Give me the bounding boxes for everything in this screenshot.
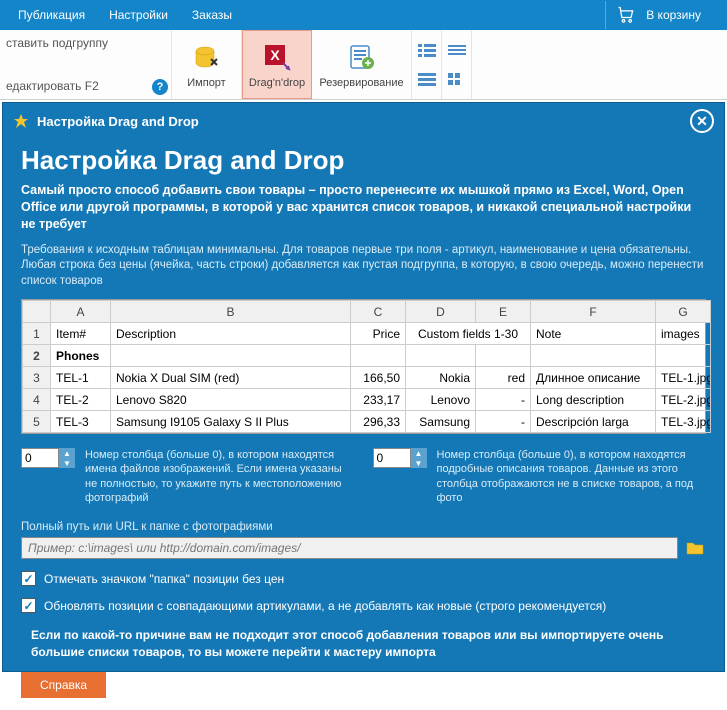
table-row: 5 TEL-3Samsung I9105 Galaxy S II Plus296… <box>23 411 711 433</box>
ribbon-mini-col-1 <box>412 30 442 99</box>
menu-settings[interactable]: Настройки <box>97 2 180 28</box>
dialog-heading: Настройка Drag and Drop <box>21 145 706 176</box>
table-row: 3 TEL-1Nokia X Dual SIM (red)166,50 Noki… <box>23 367 711 389</box>
svg-text:X: X <box>270 47 280 63</box>
dialog-requirements: Требования к исходным таблицам минимальн… <box>21 243 706 290</box>
dialog-intro: Самый просто способ добавить свои товары… <box>21 182 706 233</box>
ribbon-reserve-button[interactable]: Резервирование <box>312 30 412 99</box>
spin-down[interactable]: ▼ <box>411 458 427 468</box>
ribbon-left-panel: ставить подгруппу едактировать F2 <box>0 30 172 99</box>
checkbox-checked-icon: ✓ <box>21 598 36 613</box>
cart-label: В корзину <box>646 8 701 22</box>
checkbox-checked-icon: ✓ <box>21 571 36 586</box>
close-button[interactable]: ✕ <box>690 109 714 133</box>
desc-column-desc: Номер столбца (больше 0), в котором нахо… <box>437 448 707 505</box>
list-icon[interactable] <box>417 43 437 57</box>
mark-folder-checkbox-row[interactable]: ✓ Отмечать значком "папка" позиции без ц… <box>21 571 706 586</box>
table-row: 1 Item# Description Price Custom fields … <box>23 323 711 345</box>
reserve-icon <box>346 41 378 73</box>
list-alt-icon[interactable] <box>417 72 437 86</box>
image-column-input[interactable] <box>21 448 59 468</box>
dialog-title: Настройка Drag and Drop <box>37 114 199 129</box>
desc-column-input[interactable] <box>373 448 411 468</box>
ribbon-import-button[interactable]: Импорт <box>172 30 242 99</box>
menu-orders[interactable]: Заказы <box>180 2 244 28</box>
help-icon[interactable]: ? <box>152 79 168 95</box>
bars-icon[interactable] <box>447 43 467 57</box>
path-label: Полный путь или URL к папке с фотография… <box>21 521 706 533</box>
cart-button[interactable]: В корзину <box>605 1 721 29</box>
mark-folder-label: Отмечать значком "папка" позиции без цен <box>44 572 284 586</box>
grid-icon[interactable] <box>447 72 467 86</box>
table-row: 4 TEL-2Lenovo S820233,17 Lenovo-Long des… <box>23 389 711 411</box>
dragdrop-settings-dialog: Настройка Drag and Drop ✕ Настройка Drag… <box>2 102 725 672</box>
ribbon-add-subgroup[interactable]: ставить подгруппу <box>6 34 165 52</box>
ribbon-reserve-label: Резервирование <box>319 77 403 89</box>
image-column-stepper[interactable]: ▲▼ <box>21 448 75 468</box>
import-master-note: Если по какой-то причине вам не подходит… <box>21 627 706 659</box>
spin-up[interactable]: ▲ <box>411 448 427 458</box>
menu-publish[interactable]: Публикация <box>6 2 97 28</box>
spin-up[interactable]: ▲ <box>59 448 75 458</box>
ribbon-dragdrop-button[interactable]: X Drag'n'drop <box>242 30 312 99</box>
browse-button[interactable] <box>684 537 706 559</box>
example-spreadsheet: ABC DEFG 1 Item# Description Price Custo… <box>21 299 706 434</box>
ribbon-import-label: Импорт <box>187 77 225 89</box>
excel-drag-icon: X <box>261 41 293 73</box>
ribbon-mini-col-2 <box>442 30 472 99</box>
cart-icon <box>616 5 636 25</box>
folder-icon <box>686 541 704 555</box>
col-header-row: ABC DEFG <box>23 301 711 323</box>
ribbon-dragdrop-label: Drag'n'drop <box>249 77 305 89</box>
image-column-desc: Номер столбца (больше 0), в котором нахо… <box>85 448 355 505</box>
update-matching-label: Обновлять позиции с совпадающими артикул… <box>44 599 606 613</box>
update-matching-checkbox-row[interactable]: ✓ Обновлять позиции с совпадающими артик… <box>21 598 706 613</box>
spin-down[interactable]: ▼ <box>59 458 75 468</box>
table-row: 2 Phones <box>23 345 711 367</box>
ribbon: ставить подгруппу едактировать F2 ? Импо… <box>0 30 727 100</box>
desc-column-stepper[interactable]: ▲▼ <box>373 448 427 468</box>
settings-star-icon <box>13 113 29 129</box>
main-menu: Публикация Настройки Заказы В корзину <box>0 0 727 30</box>
database-icon <box>191 41 223 73</box>
ribbon-edit-f2[interactable]: едактировать F2 <box>6 77 165 95</box>
close-dialog-button[interactable]: Закрыть <box>622 672 706 698</box>
images-path-input[interactable] <box>21 537 678 559</box>
dialog-titlebar: Настройка Drag and Drop ✕ <box>3 103 724 139</box>
help-button[interactable]: Справка <box>21 672 106 698</box>
